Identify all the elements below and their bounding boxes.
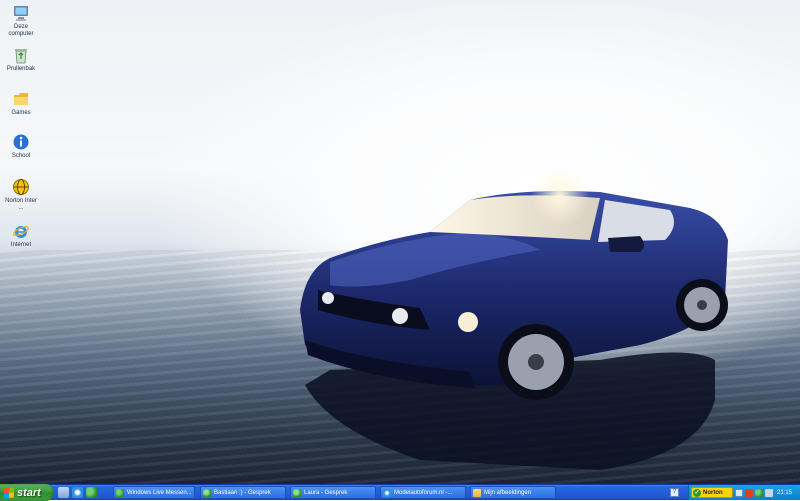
taskbar-button-label: Mijn afbeeldingen xyxy=(484,489,532,496)
desktop-icon-label: Internet xyxy=(10,242,32,248)
norton-tray-icon[interactable] xyxy=(745,488,753,497)
desktop-icon-games[interactable]: Games xyxy=(2,90,40,117)
quick-launch-bar xyxy=(58,487,97,499)
messenger-icon[interactable] xyxy=(86,487,97,498)
conversation-icon xyxy=(203,488,211,497)
messenger-tray-icon[interactable] xyxy=(755,488,763,497)
taskbar-button-conversation-laura[interactable]: Laura - Gesprek xyxy=(290,486,376,499)
desktop-icon-norton-internet[interactable]: Norton Inter ... xyxy=(2,178,40,212)
clock[interactable]: 21:15 xyxy=(777,490,792,496)
desktop-icon-label: Prullenbak xyxy=(6,66,36,72)
folder-icon xyxy=(473,488,481,497)
start-label: start xyxy=(17,486,41,499)
desktop-icon-my-computer[interactable]: Deze computer xyxy=(2,4,40,38)
desktop-icon-label: Deze computer xyxy=(8,24,34,37)
conversation-icon xyxy=(293,488,301,497)
network-icon[interactable] xyxy=(735,488,743,497)
taskbar-button-label: Bastiaan :) - Gesprek xyxy=(214,489,271,496)
taskbar-button-conversation-bastiaan[interactable]: Bastiaan :) - Gesprek xyxy=(200,486,286,499)
desktop-icon-recycle-bin[interactable]: Prullenbak xyxy=(2,46,40,73)
desktop-icon-label: Norton Inter ... xyxy=(5,198,37,211)
norton-status-button[interactable]: ✓ Norton xyxy=(691,487,733,498)
taskbar-button-messenger[interactable]: Windows Live Messen... xyxy=(113,486,195,499)
messenger-icon xyxy=(116,488,124,497)
taskbar: start Windows Live Messen... Bastiaan :)… xyxy=(0,484,800,501)
desktop-icon-school[interactable]: School xyxy=(2,133,40,160)
my-computer-icon xyxy=(12,4,30,22)
internet-explorer-icon xyxy=(383,488,391,497)
help-icon[interactable]: ? xyxy=(670,488,679,497)
desktop-icon-label: Games xyxy=(11,110,31,116)
wallpaper-car-image xyxy=(300,166,728,470)
taskbar-button-modelautoforum[interactable]: Modelautoforum.nl -... xyxy=(380,486,466,499)
system-tray: ✓ Norton 21:15 xyxy=(688,485,800,500)
desktop-icon-label: School xyxy=(11,153,31,159)
internet-explorer-icon xyxy=(12,222,30,240)
norton-label: Norton xyxy=(703,489,723,496)
recycle-bin-icon xyxy=(12,46,30,64)
windows-logo-icon xyxy=(4,486,14,499)
taskbar-button-label: Laura - Gesprek xyxy=(304,489,348,496)
desktop-icon-internet[interactable]: Internet xyxy=(2,222,40,249)
start-button[interactable]: start xyxy=(0,484,54,501)
norton-globe-icon xyxy=(12,178,30,196)
folder-icon xyxy=(12,90,30,108)
taskbar-button-label: Windows Live Messen... xyxy=(127,489,192,496)
desktop-wallpaper: Deze computer Prullenbak Games School No… xyxy=(0,0,800,484)
volume-icon[interactable] xyxy=(765,488,773,497)
taskbar-button-label: Modelautoforum.nl -... xyxy=(394,489,453,496)
info-icon xyxy=(12,133,30,151)
show-desktop-icon[interactable] xyxy=(58,487,69,498)
checkmark-icon: ✓ xyxy=(693,488,701,497)
taskbar-button-my-pictures[interactable]: Mijn afbeeldingen xyxy=(470,486,556,499)
internet-explorer-icon[interactable] xyxy=(72,487,83,498)
